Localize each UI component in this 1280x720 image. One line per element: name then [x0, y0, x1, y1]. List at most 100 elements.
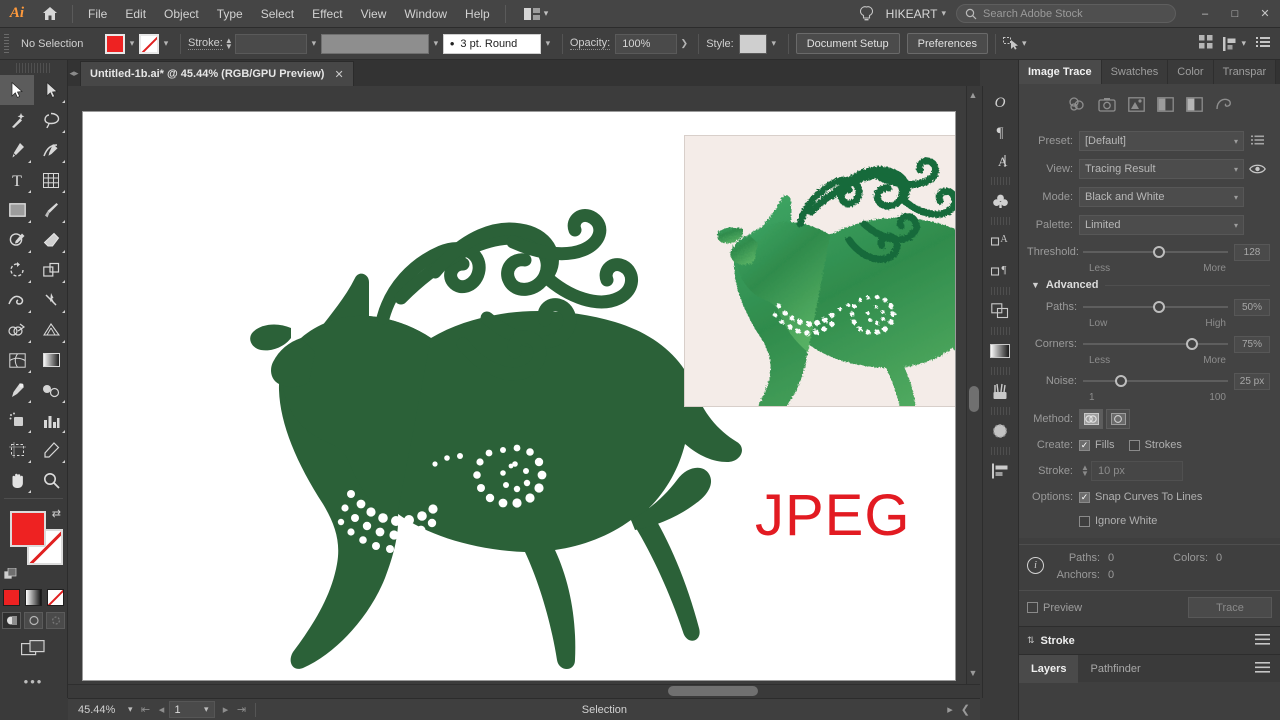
fill-swatch-large[interactable]: [10, 511, 46, 547]
palette-select[interactable]: Limited ▾: [1079, 215, 1244, 235]
gradient-panel-icon[interactable]: [983, 336, 1017, 366]
magic-wand-tool[interactable]: [0, 105, 34, 135]
menu-edit[interactable]: Edit: [116, 0, 155, 28]
minimize-button[interactable]: –: [1190, 0, 1220, 28]
preview-checkbox[interactable]: [1027, 602, 1038, 613]
stroke-panel-header[interactable]: ⇅ Stroke: [1019, 626, 1280, 654]
zoom-tool[interactable]: [34, 465, 68, 495]
corners-value[interactable]: 75%: [1234, 336, 1270, 353]
artboard-number-field[interactable]: 1 ▾: [169, 701, 215, 718]
threshold-slider[interactable]: [1083, 243, 1228, 261]
overlapping-method-icon[interactable]: [1106, 409, 1130, 429]
horizontal-scroll-thumb[interactable]: [668, 686, 758, 696]
vertical-scroll-thumb[interactable]: [969, 386, 979, 412]
shaper-tool[interactable]: [0, 225, 34, 255]
search-adobe-stock-field[interactable]: Search Adobe Stock: [956, 4, 1176, 23]
edit-toolbar-icon[interactable]: •••: [0, 674, 67, 689]
none-icon[interactable]: [47, 589, 64, 606]
panel-menu-icon[interactable]: [1256, 36, 1270, 51]
swap-fill-stroke-icon[interactable]: ⇄: [52, 507, 61, 520]
outline-preset-icon[interactable]: [1215, 97, 1232, 112]
draw-inside-icon[interactable]: [46, 612, 65, 629]
jpeg-label[interactable]: JPEG: [755, 482, 911, 549]
stroke-color-swatch[interactable]: [139, 34, 159, 54]
zoom-chevron-down-icon[interactable]: ▾: [128, 704, 133, 715]
align-icon[interactable]: [1199, 35, 1213, 52]
mode-select[interactable]: Black and White ▾: [1079, 187, 1244, 207]
slice-tool[interactable]: [34, 435, 68, 465]
draw-normal-icon[interactable]: [2, 612, 21, 629]
menu-view[interactable]: View: [352, 0, 396, 28]
canvas-area[interactable]: JPEG VECTOR ▲ ▼: [68, 86, 980, 698]
high-color-preset-icon[interactable]: [1098, 97, 1116, 112]
auto-color-preset-icon[interactable]: [1068, 96, 1086, 112]
arrange-documents-icon[interactable]: ▾: [518, 8, 555, 20]
menu-effect[interactable]: Effect: [303, 0, 351, 28]
eyedropper-tool[interactable]: [0, 375, 34, 405]
scroll-up-icon[interactable]: ▲: [966, 90, 980, 100]
collapse-icon[interactable]: ⇅: [1027, 635, 1035, 646]
preferences-button[interactable]: Preferences: [907, 33, 988, 54]
shape-builder-tool[interactable]: [0, 315, 34, 345]
vertical-scrollbar[interactable]: ▲ ▼: [966, 86, 980, 698]
toolbar-grip[interactable]: [16, 63, 51, 73]
eye-icon[interactable]: [1244, 163, 1270, 175]
rectangle-tool[interactable]: [0, 195, 34, 225]
opacity-field[interactable]: 100%: [615, 34, 677, 54]
menu-select[interactable]: Select: [252, 0, 303, 28]
stroke-chevron-down-icon[interactable]: ▾: [159, 38, 173, 49]
tab-layers[interactable]: Layers: [1019, 655, 1078, 683]
trace-stroke-stepper[interactable]: ▲▼: [1079, 465, 1091, 477]
preset-select[interactable]: [Default] ▾: [1079, 131, 1244, 151]
trace-stroke-field[interactable]: 10 px: [1091, 461, 1183, 481]
menu-object[interactable]: Object: [155, 0, 208, 28]
previous-page-icon[interactable]: ◂: [155, 703, 169, 716]
resize-grip-icon[interactable]: ❮: [961, 703, 970, 716]
character-styles-icon[interactable]: A: [983, 226, 1017, 256]
paintbrush-tool[interactable]: [34, 195, 68, 225]
variable-width-profile-field[interactable]: [321, 34, 429, 54]
advanced-section-header[interactable]: ▼ Advanced: [1031, 279, 1270, 291]
status-menu-icon[interactable]: ▸: [947, 703, 953, 716]
snap-curves-checkbox[interactable]: [1079, 492, 1090, 503]
tab-image-trace[interactable]: Image Trace: [1019, 60, 1102, 84]
jpeg-reference-image[interactable]: [684, 135, 956, 407]
next-page-icon[interactable]: ▸: [219, 703, 233, 716]
arrange-icon[interactable]: ▾: [1223, 37, 1246, 51]
color-icon[interactable]: [3, 589, 20, 606]
stroke-weight-field[interactable]: [235, 34, 307, 54]
column-graph-tool[interactable]: [34, 405, 68, 435]
ignore-white-checkbox[interactable]: [1079, 516, 1090, 527]
mesh-tool[interactable]: [0, 345, 34, 375]
brush-definition-field[interactable]: • 3 pt. Round: [443, 34, 541, 54]
character-panel-icon[interactable]: O: [983, 86, 1017, 116]
tab-transparency[interactable]: Transpar: [1214, 60, 1277, 84]
graphic-style-swatch[interactable]: [739, 34, 767, 54]
curvature-tool[interactable]: [34, 135, 68, 165]
black-and-white-preset-icon[interactable]: [1186, 97, 1203, 112]
menu-type[interactable]: Type: [208, 0, 252, 28]
opentype-panel-icon[interactable]: A: [983, 146, 1017, 176]
first-page-icon[interactable]: ⇤: [139, 703, 153, 716]
type-tool[interactable]: T: [0, 165, 34, 195]
trace-button[interactable]: Trace: [1188, 597, 1272, 618]
stroke-panel-menu-icon[interactable]: [1255, 634, 1280, 648]
create-strokes-checkbox[interactable]: [1129, 440, 1140, 451]
paragraph-panel-icon[interactable]: ¶: [983, 116, 1017, 146]
artboard-tool[interactable]: [0, 435, 34, 465]
user-account-label[interactable]: HIKEART: [882, 7, 942, 21]
menu-help[interactable]: Help: [456, 0, 499, 28]
tab-bar-grip[interactable]: ◂▸: [68, 60, 80, 86]
symbol-sprayer-tool[interactable]: [0, 405, 34, 435]
scale-tool[interactable]: [34, 255, 68, 285]
view-select[interactable]: Tracing Result ▾: [1079, 159, 1244, 179]
fill-chevron-down-icon[interactable]: ▾: [125, 38, 139, 49]
brush-chevron-down-icon[interactable]: ▾: [541, 38, 555, 49]
document-tab[interactable]: Untitled-1b.ai* @ 45.44% (RGB/GPU Previe…: [80, 61, 354, 86]
swatches-panel-icon[interactable]: [983, 186, 1017, 216]
pen-tool[interactable]: [0, 135, 34, 165]
noise-value[interactable]: 25 px: [1234, 373, 1270, 390]
change-screen-mode-icon[interactable]: [21, 639, 47, 660]
hand-tool[interactable]: [0, 465, 34, 495]
home-icon[interactable]: [34, 0, 66, 28]
